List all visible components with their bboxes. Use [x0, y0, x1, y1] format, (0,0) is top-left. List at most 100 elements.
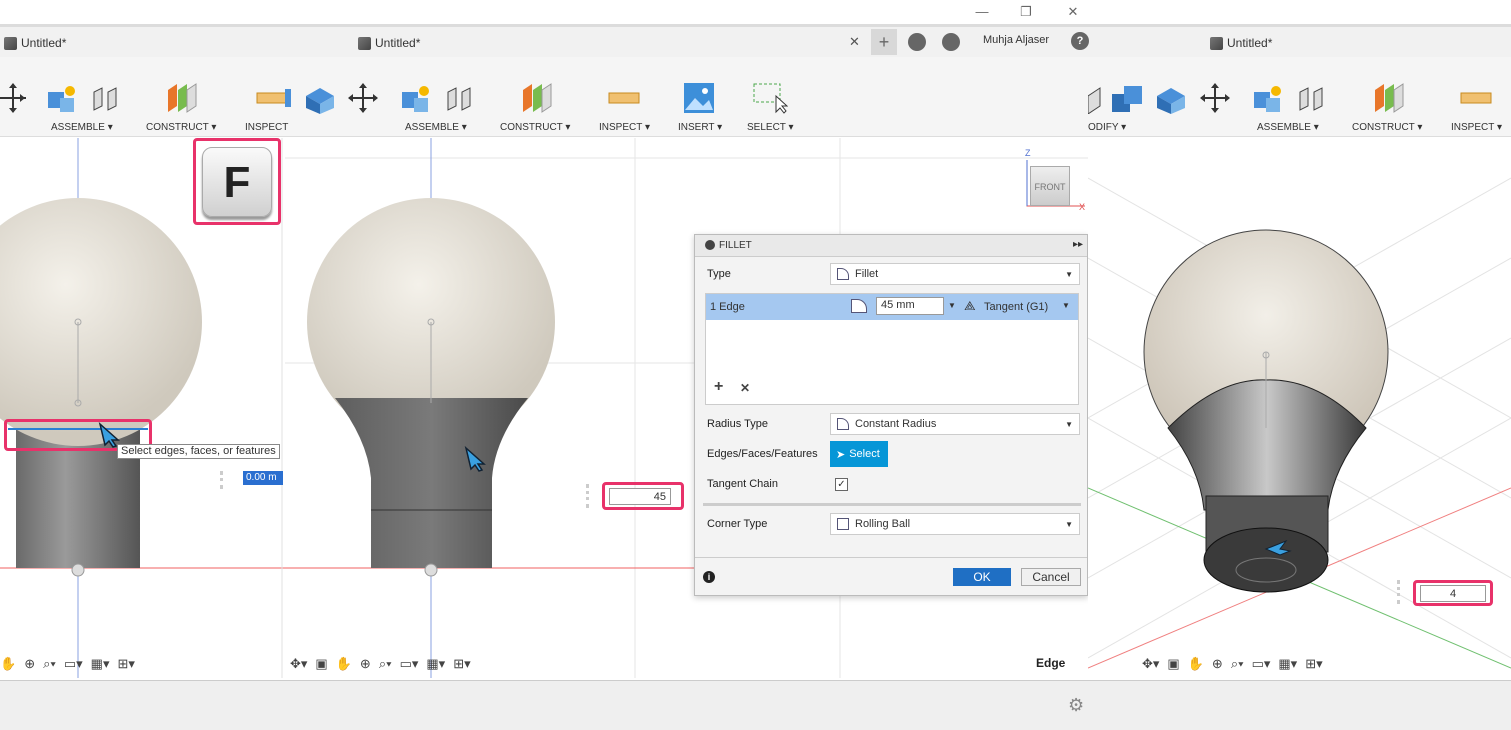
joint-icon[interactable] [1296, 84, 1328, 114]
pointer-icon: ➤ [836, 448, 846, 461]
move-icon[interactable] [1199, 82, 1231, 114]
new-tab-plus-icon[interactable]: + [871, 29, 897, 55]
select-button[interactable]: ➤ Select [830, 441, 888, 467]
measure-icon[interactable] [608, 88, 642, 108]
zoom-window-icon[interactable]: ⊕ [1212, 656, 1223, 672]
measure-icon[interactable] [1460, 88, 1494, 108]
press-pull-icon[interactable] [304, 84, 336, 114]
plane-icon[interactable] [520, 82, 554, 114]
continuity-value[interactable]: Tangent (G1) [984, 301, 1048, 313]
distance-input[interactable]: 0.00 m [243, 471, 283, 485]
joint-icon[interactable] [444, 84, 476, 114]
inspect-menu[interactable]: INSPECT [245, 122, 288, 133]
clock-history-icon[interactable] [942, 33, 960, 51]
edge-row-selected[interactable]: 1 Edge 45 mm ▼ ⟁ Tangent (G1) ▼ [706, 294, 1078, 320]
grid-settings-icon[interactable]: ▦▾ [1278, 656, 1297, 672]
combine-icon[interactable] [1110, 84, 1146, 114]
insert-menu[interactable]: INSERT ▾ [678, 122, 722, 133]
cursor-arrow-icon [1264, 539, 1292, 556]
press-pull-icon[interactable] [1155, 84, 1187, 114]
construct-menu[interactable]: CONSTRUCT ▾ [1352, 122, 1422, 133]
display-settings-icon[interactable]: ▭▾ [400, 656, 419, 672]
continuity-dropdown-icon[interactable]: ▼ [1062, 301, 1070, 310]
viewports-icon[interactable]: ⊞▾ [453, 656, 470, 672]
construct-menu[interactable]: CONSTRUCT ▾ [500, 122, 570, 133]
pan-icon[interactable]: ✋ [336, 656, 352, 672]
orbit-icon[interactable]: ✥▾ [1142, 656, 1159, 672]
radius-dropdown-icon[interactable]: ▼ [948, 301, 956, 310]
new-component-icon[interactable] [46, 84, 78, 114]
plane-icon[interactable] [165, 82, 199, 114]
close-tab-button[interactable]: ✕ [849, 34, 860, 50]
edge-count-label: 1 Edge [710, 301, 745, 313]
viewcube-x-label: X [1079, 202, 1086, 212]
info-icon[interactable]: i [703, 571, 715, 583]
inspect-menu[interactable]: INSPECT ▾ [599, 122, 650, 133]
tab-left-document[interactable]: Untitled* [4, 34, 66, 52]
tangent-chain-label: Tangent Chain [707, 478, 778, 490]
zoom-fit-icon[interactable]: ⌕▾ [379, 656, 392, 672]
zoom-fit-icon[interactable]: ⌕▾ [43, 656, 56, 672]
tangent-chain-checkbox[interactable]: ✓ [835, 477, 848, 491]
zoom-window-icon[interactable]: ⊕ [360, 656, 371, 672]
right-radius-input[interactable]: 4 [1420, 585, 1486, 602]
type-select[interactable]: Fillet ▼ [830, 263, 1080, 285]
new-component-icon[interactable] [1252, 84, 1284, 114]
zoom-fit-icon[interactable]: ⌕▾ [1231, 656, 1244, 672]
insert-image-icon[interactable] [683, 82, 715, 114]
cancel-button[interactable]: Cancel [1021, 568, 1081, 586]
pan-icon[interactable]: ✋ [1188, 656, 1204, 672]
f-key-icon: F [202, 147, 272, 217]
pan-icon[interactable]: ✋ [0, 656, 16, 672]
new-component-icon[interactable] [400, 84, 432, 114]
remove-icon[interactable]: ✕ [740, 381, 750, 395]
joint-icon[interactable] [90, 84, 122, 114]
orbit-icon[interactable]: ✥▾ [290, 656, 307, 672]
assemble-menu[interactable]: ASSEMBLE ▾ [405, 122, 467, 133]
close-window-button[interactable]: ✕ [1065, 4, 1081, 20]
assemble-menu[interactable]: ASSEMBLE ▾ [51, 122, 113, 133]
ok-button[interactable]: OK [953, 568, 1011, 586]
minimize-button[interactable]: — [974, 4, 990, 20]
viewports-icon[interactable]: ⊞▾ [1305, 656, 1322, 672]
window-select-icon[interactable] [752, 82, 788, 114]
look-at-icon[interactable]: ▣ [315, 656, 327, 672]
measure-icon[interactable] [256, 88, 292, 108]
tab-right-document[interactable]: Untitled* [1210, 34, 1272, 52]
select-menu[interactable]: SELECT ▾ [747, 122, 794, 133]
job-status-icon[interactable] [908, 33, 926, 51]
window-titlebar: — ❐ ✕ [0, 0, 1511, 24]
help-icon[interactable]: ? [1071, 32, 1089, 50]
viewports-icon[interactable]: ⊞▾ [117, 656, 134, 672]
radius-type-select[interactable]: Constant Radius ▼ [830, 413, 1080, 435]
user-name[interactable]: Muhja Aljaser [983, 34, 1049, 46]
move-icon[interactable] [0, 82, 26, 114]
efs-label: Edges/Faces/Features [707, 448, 818, 460]
radius-input[interactable]: 45 [609, 488, 671, 505]
display-settings-icon[interactable]: ▭▾ [1252, 656, 1271, 672]
bottom-bar: ⚙ [0, 680, 1511, 730]
corner-type-select[interactable]: Rolling Ball ▼ [830, 513, 1080, 535]
modify-partial-icon[interactable] [1088, 84, 1102, 114]
expand-icon[interactable]: ▸▸ [1073, 239, 1083, 250]
modify-menu[interactable]: ODIFY ▾ [1088, 122, 1126, 133]
restore-button[interactable]: ❐ [1018, 4, 1034, 20]
move-icon[interactable] [347, 82, 379, 114]
viewcube[interactable]: FRONT [1030, 166, 1070, 206]
plane-icon[interactable] [1372, 82, 1406, 114]
add-icon[interactable]: + [714, 378, 723, 396]
tab-label: Untitled* [375, 36, 421, 50]
display-settings-icon[interactable]: ▭▾ [64, 656, 83, 672]
construct-menu[interactable]: CONSTRUCT ▾ [146, 122, 216, 133]
assemble-menu[interactable]: ASSEMBLE ▾ [1257, 122, 1319, 133]
collapse-icon[interactable] [705, 240, 715, 250]
grid-settings-icon[interactable]: ▦▾ [91, 656, 110, 672]
grid-settings-icon[interactable]: ▦▾ [426, 656, 445, 672]
zoom-window-icon[interactable]: ⊕ [24, 656, 35, 672]
tab-middle-document[interactable]: Untitled* [358, 34, 420, 52]
inspect-menu[interactable]: INSPECT ▾ [1451, 122, 1502, 133]
look-at-icon[interactable]: ▣ [1167, 656, 1179, 672]
settings-gear-icon[interactable]: ⚙ [1068, 695, 1084, 716]
radius-field[interactable]: 45 mm [876, 297, 944, 315]
divider [703, 503, 1081, 506]
